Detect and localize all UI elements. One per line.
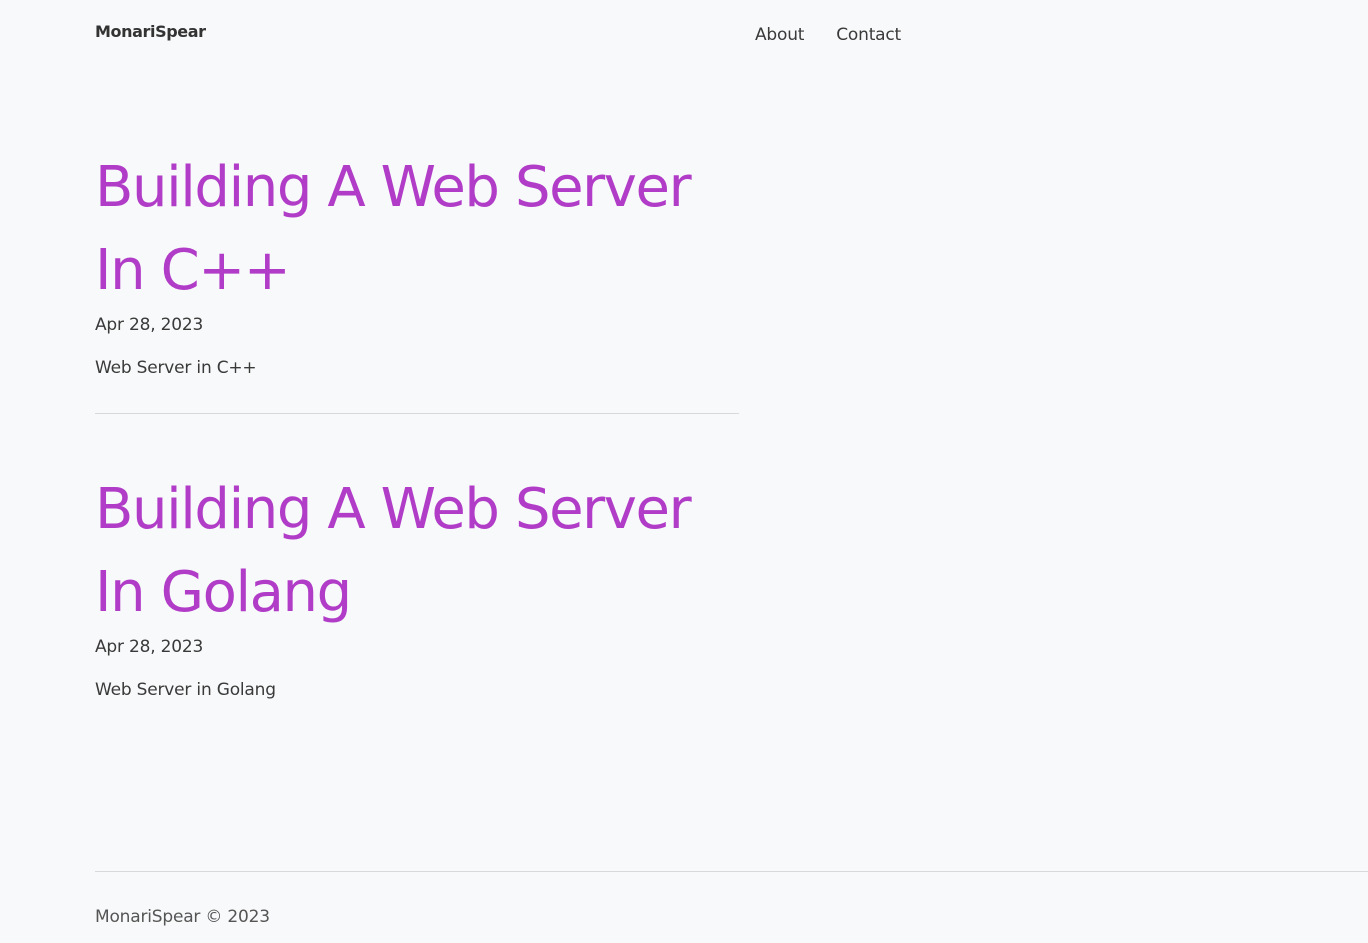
post-item: Building A Web Server In C++ Apr 28, 202… — [95, 146, 739, 378]
post-item: Building A Web Server In Golang Apr 28, … — [95, 468, 739, 700]
post-description: Web Server in Golang — [95, 680, 276, 700]
nav-link-about[interactable]: About — [755, 25, 804, 45]
post-description: Web Server in C++ — [95, 358, 257, 378]
footer-divider — [95, 871, 1368, 872]
main-nav: About Contact — [755, 25, 901, 45]
post-divider — [95, 413, 739, 414]
nav-link-contact[interactable]: Contact — [836, 25, 901, 45]
site-brand-link[interactable]: MonariSpear — [95, 22, 206, 41]
post-date: Apr 28, 2023 — [95, 315, 204, 335]
post-title-link[interactable]: Building A Web Server In Golang — [95, 468, 739, 634]
footer-copyright: MonariSpear © 2023 — [95, 907, 270, 927]
post-title-link[interactable]: Building A Web Server In C++ — [95, 146, 739, 312]
post-date: Apr 28, 2023 — [95, 637, 204, 657]
